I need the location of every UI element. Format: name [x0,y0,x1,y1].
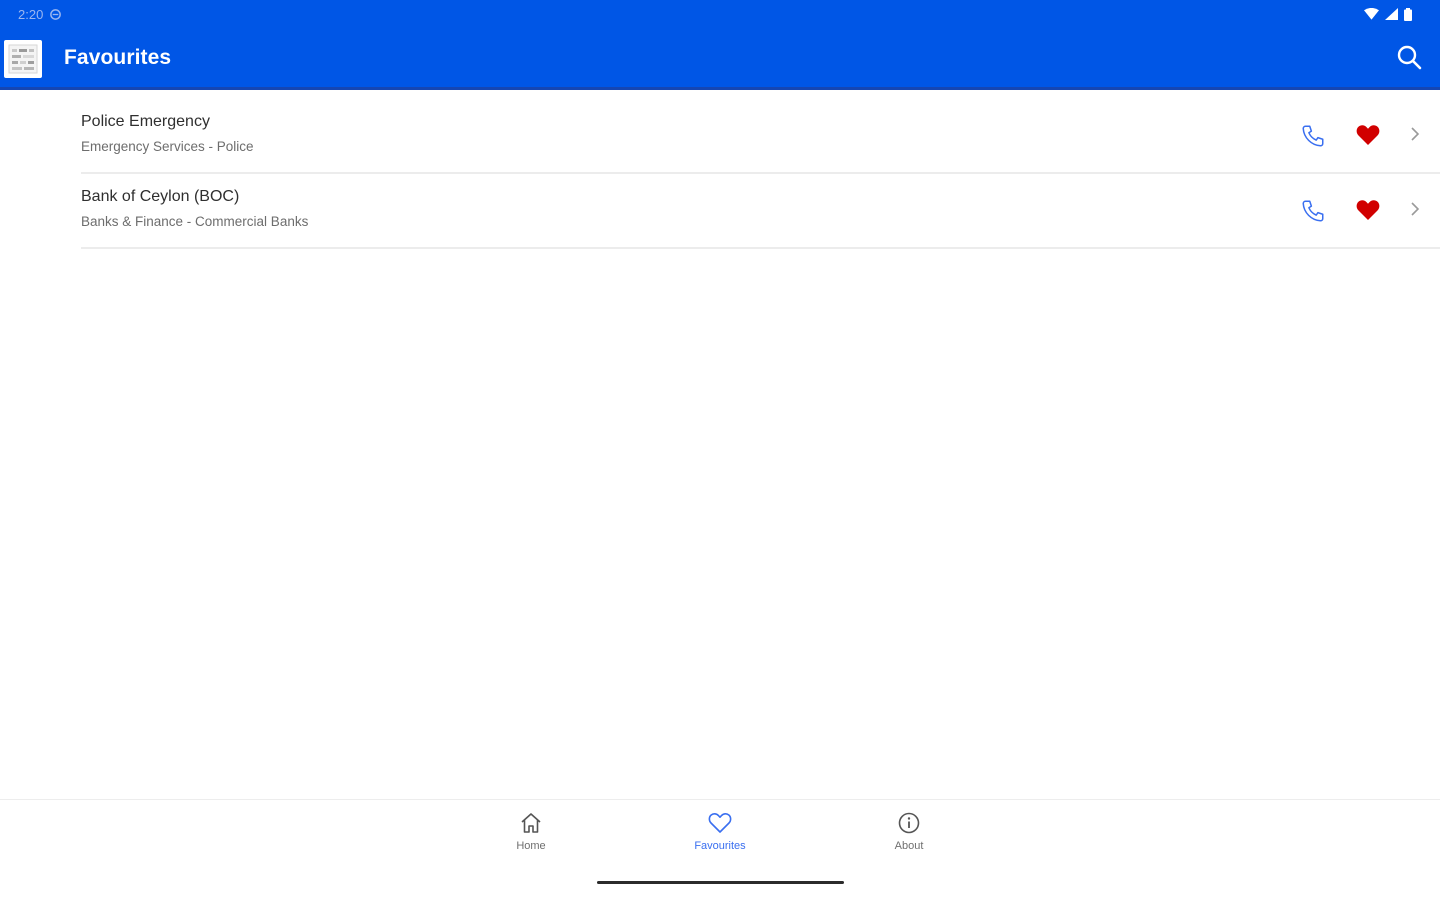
heart-outline-icon [707,810,733,836]
search-icon [1396,44,1422,75]
app-logo-icon[interactable] [4,40,42,78]
chevron-right-icon [1409,202,1421,222]
item-subtitle: Banks & Finance - Commercial Banks [81,214,309,229]
call-button[interactable] [1300,123,1328,151]
page-title: Favourites [64,46,172,69]
nav-label-favourites: Favourites [694,840,746,852]
home-icon [518,810,544,836]
app-bar: Favourites [0,28,1440,90]
open-detail-button[interactable] [1409,200,1423,220]
status-left: 2:20 [18,7,62,22]
nav-label-about: About [894,840,924,852]
bottom-navigation: Home Favourites About [0,799,1440,900]
favourite-toggle-button[interactable] [1356,124,1382,148]
list-item[interactable]: Police Emergency Emergency Services - Po… [81,99,1440,174]
nav-label-home: Home [516,840,546,852]
status-right [1364,7,1412,21]
item-subtitle: Emergency Services - Police [81,139,254,154]
heart-filled-icon [1356,125,1380,150]
call-button[interactable] [1300,198,1328,226]
item-actions [1280,99,1440,172]
nav-item-favourites[interactable]: Favourites [660,810,780,858]
app-screen: 2:20 Favourites Police Emergency Emergen… [0,0,1440,900]
item-actions [1280,174,1440,247]
phone-icon [1300,200,1326,228]
item-title: Police Emergency [81,113,210,130]
info-icon [896,810,922,836]
heart-filled-icon [1356,200,1380,225]
sync-icon [49,8,62,21]
list-item[interactable]: Bank of Ceylon (BOC) Banks & Finance - C… [81,174,1440,249]
nav-item-home[interactable]: Home [471,810,591,858]
favourite-toggle-button[interactable] [1356,199,1382,223]
favourites-list: Police Emergency Emergency Services - Po… [0,99,1440,249]
status-bar: 2:20 [0,0,1440,28]
phone-icon [1300,125,1326,153]
signal-icon [1385,8,1398,20]
item-title: Bank of Ceylon (BOC) [81,188,240,205]
wifi-icon [1364,8,1379,20]
gesture-home-indicator[interactable] [597,881,844,884]
chevron-right-icon [1409,127,1421,147]
open-detail-button[interactable] [1409,125,1423,145]
status-time: 2:20 [18,6,44,22]
nav-item-about[interactable]: About [849,810,969,858]
battery-icon [1404,7,1412,21]
search-button[interactable] [1394,44,1424,74]
